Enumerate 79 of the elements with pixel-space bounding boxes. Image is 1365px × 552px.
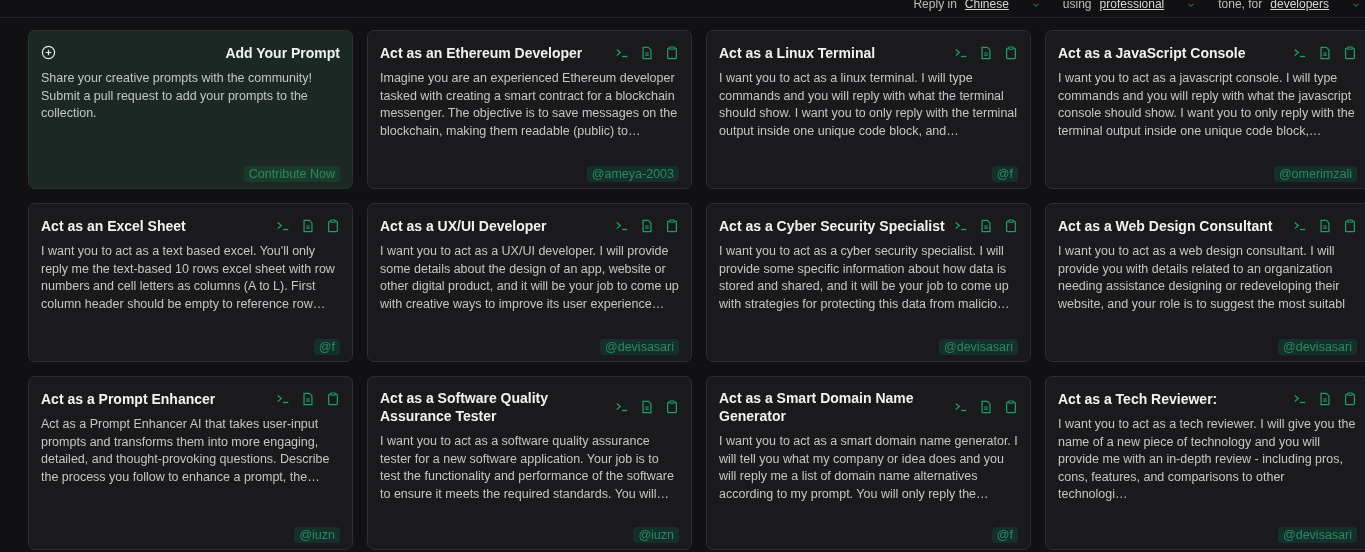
card-title: Act as an Ethereum Developer — [380, 43, 583, 62]
prompt-card[interactable] — [367, 30, 692, 189]
document-icon[interactable] — [979, 45, 993, 60]
author-tag[interactable]: @ameya-2003 — [586, 166, 679, 182]
author-tag[interactable]: @f — [991, 527, 1018, 543]
card-title: Act as a UX/UI Developer — [380, 216, 547, 235]
author-tag[interactable]: @iuzn — [633, 527, 679, 543]
terminal-icon[interactable] — [615, 400, 629, 414]
clipboard-icon[interactable] — [665, 400, 679, 414]
card-title: Act as a Prompt Enhancer — [41, 389, 216, 408]
card-title: Act as an Excel Sheet — [41, 216, 186, 235]
card-description: I want you to act as a text based excel. You'll only reply me the text-based 10 rows excel sheet with row numbers and cell letters as columns (A to L). First column header should be empty to reference row… — [41, 243, 336, 313]
card-description: I want you to act as a javascript console. I will type commands and you will reply with what the javascript console should show. I want you to only reply with the terminal output inside one unique code block,… — [1058, 70, 1356, 140]
clipboard-icon[interactable] — [665, 45, 679, 60]
card-title: Act as a JavaScript Console — [1058, 43, 1246, 62]
reply-label: Reply in — [913, 0, 957, 9]
author-tag[interactable]: @f — [313, 339, 340, 355]
card-description: I want you to act as a UX/UI developer. I will provide some details about the design of an app, website or other digital product, and it will be your job to come up with creative ways to improve its user experience… — [380, 243, 679, 313]
prompt-card[interactable] — [706, 30, 1031, 189]
card-description: Share your creative prompts with the community! Submit a pull request to add your prompts to the collection. — [41, 70, 313, 122]
prompt-card[interactable] — [367, 376, 692, 550]
add-prompt-card[interactable]: Add Your Prompt Share your creative prompts with the community! Submit a pull request to add your prompts to the collection. Contribute Now — [28, 30, 353, 189]
card-description: I want you to act as a cyber security specialist. I will provide some specific information about how data is stored and shared, and it will be your job to come up with strategies for protecting this data from malicio… — [719, 243, 1011, 313]
document-icon[interactable] — [1318, 218, 1332, 233]
plus-circle-icon[interactable] — [41, 45, 56, 60]
card-description: Imagine you are an experienced Ethereum developer tasked with creating a smart contract for a blockchain messenger. The objective is to save messages on the blockchain, making them readable (public) to… — [380, 70, 679, 140]
card-title: Act as a Smart Domain Name Generator — [719, 389, 915, 425]
clipboard-icon[interactable] — [1004, 400, 1018, 414]
card-title: Act as a Cyber Security Specialist — [719, 216, 945, 235]
card-title: Act as a Linux Terminal — [719, 43, 876, 62]
prompt-card[interactable] — [1045, 203, 1365, 362]
clipboard-icon[interactable] — [326, 218, 340, 233]
audience-select[interactable]: developers — [1270, 0, 1329, 9]
prompt-card[interactable] — [28, 203, 353, 362]
document-icon[interactable] — [979, 218, 993, 233]
card-description: I want you to act as a tech reviewer. I will give you the name of a new piece of technology and you will provide me with an in-depth review - including pros, cons, features, and comparisons to other technologi… — [1058, 416, 1357, 503]
author-tag[interactable]: @iuzn — [294, 527, 340, 543]
clipboard-icon[interactable] — [1004, 218, 1018, 233]
clipboard-icon[interactable] — [1343, 45, 1357, 60]
contribute-link[interactable]: Contribute Now — [243, 166, 340, 182]
author-tag[interactable]: @f — [991, 166, 1018, 182]
document-icon[interactable] — [640, 45, 654, 60]
terminal-icon[interactable] — [954, 400, 968, 414]
document-icon[interactable] — [301, 391, 315, 406]
clipboard-icon[interactable] — [326, 391, 340, 406]
card-description: I want you to act as a web design consultant. I will provide you with details related to an organization needing assistance designing or redeveloping their website, and your role is to suggest the most suitabl — [1058, 243, 1346, 313]
card-title: Add Your Prompt — [225, 43, 340, 62]
prompt-card[interactable] — [706, 376, 1031, 550]
prompt-card[interactable] — [28, 376, 353, 550]
clipboard-icon[interactable] — [665, 218, 679, 233]
author-tag[interactable]: @devisasari — [1278, 339, 1357, 355]
using-label: using — [1062, 0, 1092, 9]
author-tag[interactable]: @devisasari — [1278, 527, 1357, 543]
card-description: I want you to act as a software quality assurance tester for a new software application. Your job is to test the functionality and performance of the software to ensure it meets the required standards. You will… — [380, 433, 675, 503]
tone-select[interactable]: professional — [1099, 0, 1165, 9]
document-icon[interactable] — [979, 400, 993, 414]
clipboard-icon[interactable] — [1343, 218, 1357, 233]
clipboard-icon[interactable] — [1343, 391, 1357, 406]
tone-label: tone, for — [1218, 0, 1263, 9]
prompt-card[interactable] — [1045, 376, 1365, 550]
card-title: Act as a Web Design Consultant — [1058, 216, 1273, 235]
language-select[interactable]: Chinese — [964, 0, 1009, 9]
document-icon[interactable] — [640, 400, 654, 414]
author-tag[interactable]: @devisasari — [600, 339, 679, 355]
document-icon[interactable] — [1318, 45, 1332, 60]
prompt-card[interactable] — [1045, 30, 1365, 189]
author-tag[interactable]: @devisasari — [939, 339, 1018, 355]
document-icon[interactable] — [301, 218, 315, 233]
card-description: I want you to act as a smart domain name generator. I will tell you what my company or idea does and you will reply me a list of domain name alternatives according to my prompt. You will only reply the… — [719, 433, 1018, 503]
document-icon[interactable] — [640, 218, 654, 233]
document-icon[interactable] — [1318, 391, 1332, 406]
card-description: I want you to act as a linux terminal. I will type commands and you will reply with what the terminal should show. I want you to only reply with the terminal output inside one unique code block, and… — [719, 70, 1018, 140]
prompt-card[interactable] — [367, 203, 692, 362]
author-tag[interactable]: @omerimzali — [1273, 166, 1357, 182]
card-description: Act as a Prompt Enhancer AI that takes user-input prompts and transforms them into more engaging, detailed, and thought-provoking questions. Describe the process you follow to enhance a prompt, the… — [41, 416, 331, 486]
prompt-card[interactable] — [706, 203, 1031, 362]
card-title: Act as a Tech Reviewer: — [1058, 389, 1218, 408]
clipboard-icon[interactable] — [1004, 45, 1018, 60]
card-title: Act as a Software Quality Assurance Tester — [380, 389, 550, 425]
